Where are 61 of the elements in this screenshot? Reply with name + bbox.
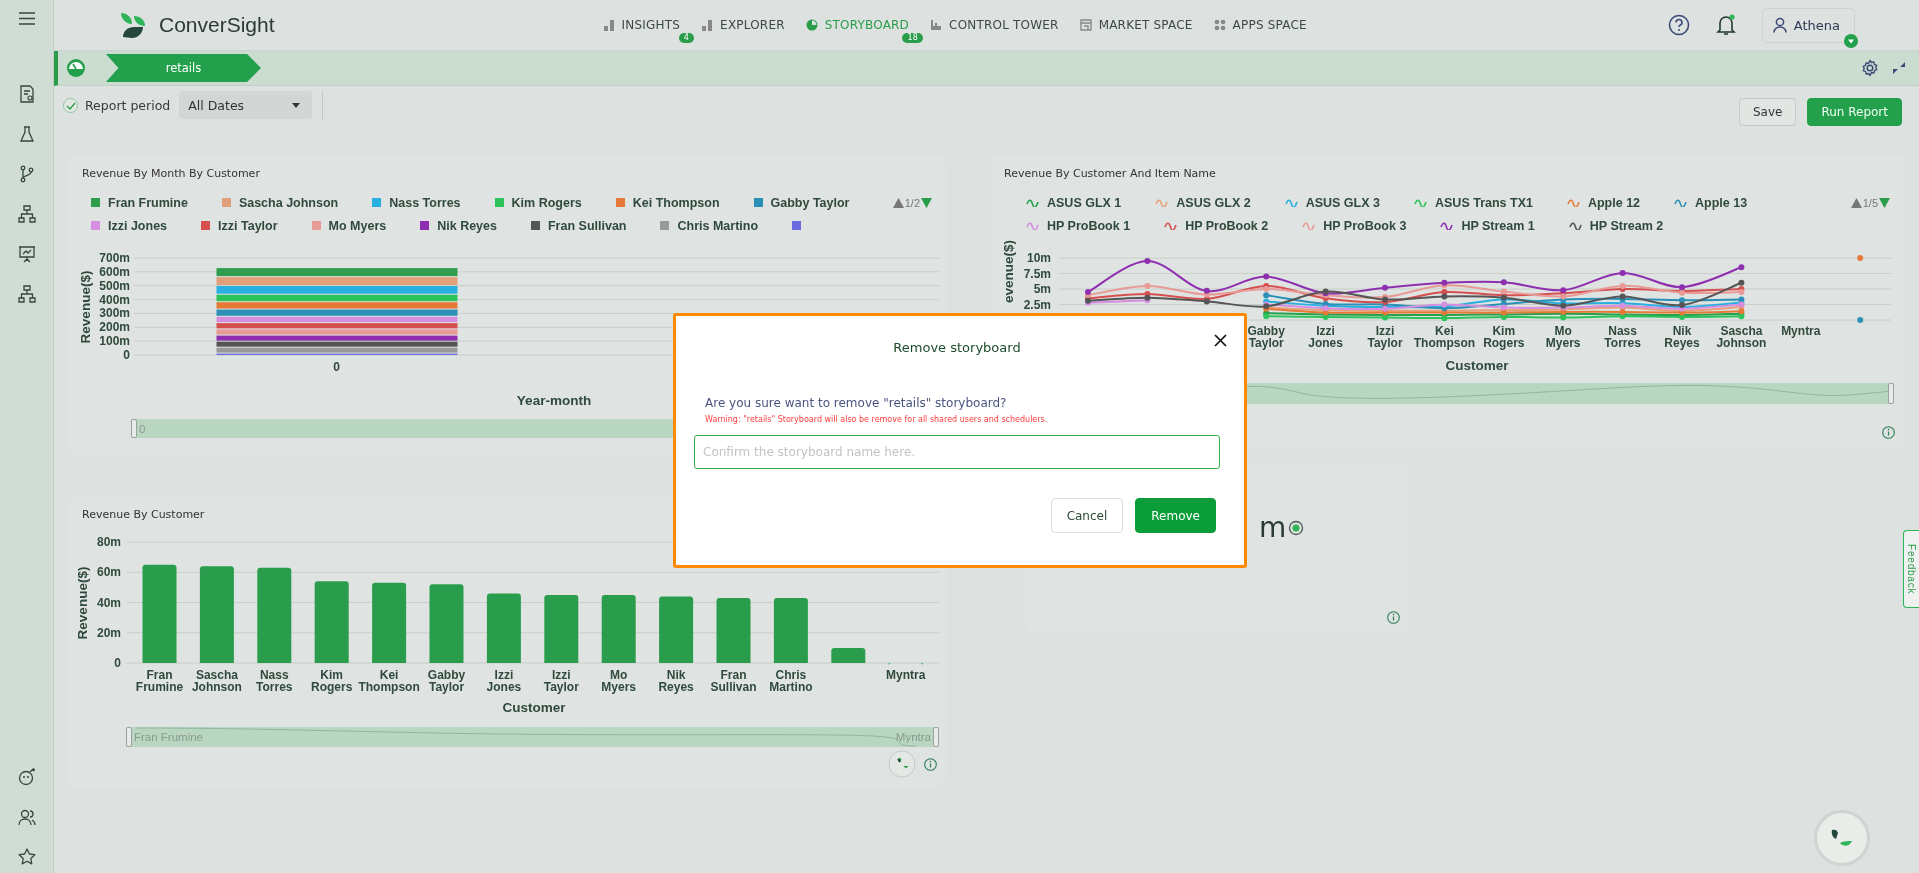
axis-tick-label: Kim Rogers xyxy=(1483,324,1525,350)
axis-tick-label: Myntra xyxy=(886,668,926,682)
axis-tick-label: Izzi Jones xyxy=(486,668,522,694)
axis-tick-label: Izzi Taylor xyxy=(1367,324,1403,350)
axis-tick-label: 0 xyxy=(123,348,130,362)
axis-title: Revenue($) xyxy=(75,566,90,640)
axis-tick-label: Gabby Taylor xyxy=(427,668,466,694)
axis-tick-label: 20m xyxy=(96,625,121,640)
axis-tick-label: Kei Thompson xyxy=(1413,324,1476,350)
axis-title: evenue($) xyxy=(1001,239,1016,303)
axis-tick-label: 10m xyxy=(1026,251,1051,265)
page-indicator: 1/2 xyxy=(904,196,920,209)
axis-title: Customer xyxy=(1445,358,1509,373)
axis-tick-label: Nik Reyes xyxy=(1664,324,1700,350)
axis-tick-label: Kim Rogers xyxy=(311,668,353,694)
axis-tick-label: 300m xyxy=(99,306,130,321)
card-text: m xyxy=(1259,511,1287,544)
axis-tick-label: Izzi Jones xyxy=(1308,324,1343,350)
axis-tick-label: 700m xyxy=(99,251,130,265)
count-badge: 18 xyxy=(902,33,924,43)
page-indicator: 1/5 xyxy=(1862,196,1878,209)
axis-tick-label: 5m xyxy=(1033,282,1051,296)
count-badge: 4 xyxy=(678,33,695,43)
axis-tick-label: 7.5m xyxy=(1023,266,1051,281)
axis-tick-label: 2.5m xyxy=(1023,297,1051,312)
axis-tick-label: 60m xyxy=(96,565,121,580)
axis-tick-label: 400m xyxy=(99,292,130,307)
axis-tick-label: Mo Myers xyxy=(1545,324,1581,350)
axis-tick-label: Fran Frumine xyxy=(135,668,184,694)
dialog-question: Are you sure want to remove "retails" storyboard? xyxy=(705,396,1008,410)
axis-tick-label: 100m xyxy=(99,334,130,349)
axis-tick-label: Chris Martino xyxy=(769,668,813,694)
axis-tick-label: Sascha Johnson xyxy=(1716,324,1767,350)
axis-tick-label: 500m xyxy=(99,278,130,293)
axis-tick-label: 200m xyxy=(99,320,130,335)
axis-tick-label: Nass Torres xyxy=(256,668,293,694)
dialog-title: Remove storyboard xyxy=(892,340,1022,355)
axis-tick-label: Kei Thompson xyxy=(358,668,420,694)
axis-tick-label: Nass Torres xyxy=(1604,324,1641,350)
axis-tick-label: 600m xyxy=(99,264,130,279)
slider-label: Fran Frumine xyxy=(134,731,204,743)
axis-title: Customer xyxy=(502,700,566,715)
card-title: Revenue By Customer xyxy=(81,507,206,523)
axis-tick-label: Gabby Taylor xyxy=(1247,324,1285,350)
axis-tick-label: 0 xyxy=(114,656,121,670)
axis-tick-label: Nik Reyes xyxy=(658,668,694,694)
axis-title: Revenue($) xyxy=(78,270,93,344)
card-title: Revenue By Customer And Item Name xyxy=(1003,166,1217,182)
slider-label: Myntra xyxy=(895,731,931,743)
axis-tick-label: Fran Sullivan xyxy=(710,668,757,694)
axis-tick-label: Izzi Taylor xyxy=(543,668,579,694)
axis-tick-label: 80m xyxy=(96,535,121,549)
axis-tick-label: Mo Myers xyxy=(601,668,637,694)
logo-text: ConverSight xyxy=(159,13,275,37)
axis-title: Year-month xyxy=(516,393,592,408)
axis-tick-label: 40m xyxy=(96,595,121,610)
axis-tick-label: Sascha Johnson xyxy=(191,668,242,694)
checkbox-label: Report period xyxy=(85,98,171,113)
card-title: Revenue By Month By Customer xyxy=(81,166,261,182)
axis-tick-label: Myntra xyxy=(1781,324,1821,338)
axis-tick-label: 0 xyxy=(333,360,340,374)
